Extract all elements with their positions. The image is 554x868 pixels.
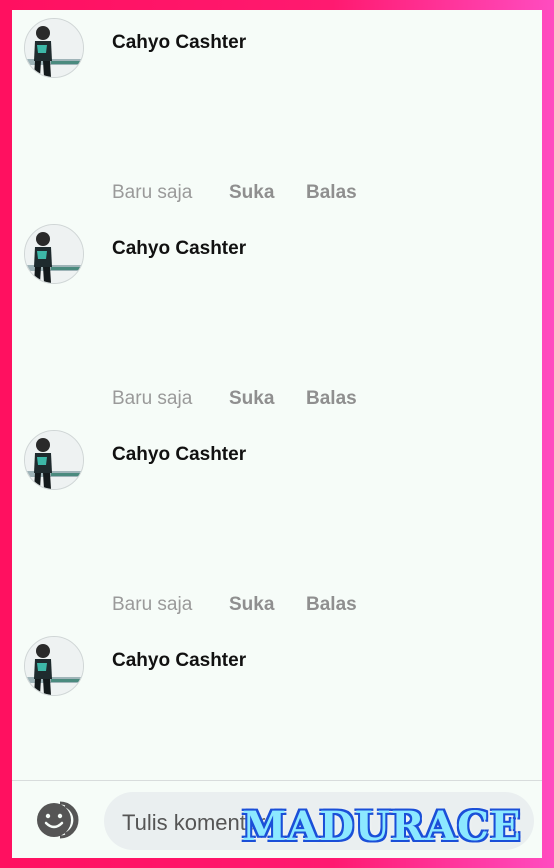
comment-time: Baru saja: [112, 594, 193, 615]
like-button[interactable]: Suka: [229, 594, 274, 616]
avatar[interactable]: [24, 18, 84, 78]
reply-button[interactable]: Balas: [306, 594, 357, 616]
comment-author[interactable]: Cahyo Cashter: [112, 238, 246, 260]
watermark-logo: MADURACE: [242, 803, 522, 850]
comment-item: Cahyo Cashter Baru saja Suka Balas: [12, 422, 542, 628]
comment-time: Baru saja: [112, 182, 193, 203]
reply-button[interactable]: Balas: [306, 388, 357, 410]
comment-meta: Baru saja Suka Balas: [112, 594, 357, 616]
avatar[interactable]: [24, 636, 84, 696]
like-button[interactable]: Suka: [229, 182, 274, 204]
emoji-button[interactable]: [34, 800, 80, 840]
reply-button[interactable]: Balas: [306, 182, 357, 204]
pink-frame: Cahyo Cashter Baru saja Suka Balas Cahyo…: [0, 0, 554, 868]
composer-divider: [12, 780, 542, 781]
comment-item: Cahyo Cashter Baru saja Suka Balas: [12, 10, 542, 216]
comment-meta: Baru saja Suka Balas: [112, 182, 357, 204]
like-button[interactable]: Suka: [229, 388, 274, 410]
emoji-icon: [37, 801, 79, 839]
comment-author[interactable]: Cahyo Cashter: [112, 650, 246, 672]
comment-meta: Baru saja Suka Balas: [112, 388, 357, 410]
comment-author[interactable]: Cahyo Cashter: [112, 444, 246, 466]
avatar[interactable]: [24, 430, 84, 490]
comment-time: Baru saja: [112, 388, 193, 409]
avatar[interactable]: [24, 224, 84, 284]
comment-item: Cahyo Cashter Baru saja Suka Balas: [12, 216, 542, 422]
comments-screen: Cahyo Cashter Baru saja Suka Balas Cahyo…: [12, 10, 542, 858]
comment-author[interactable]: Cahyo Cashter: [112, 32, 246, 54]
